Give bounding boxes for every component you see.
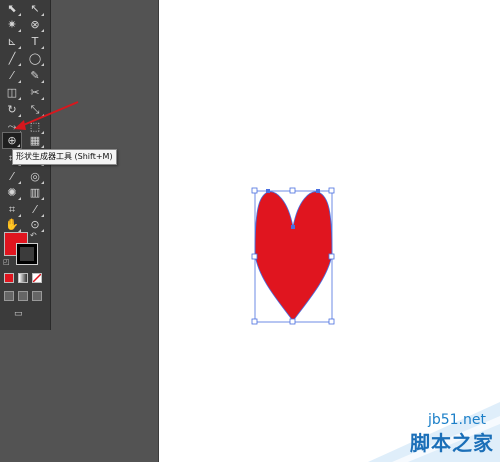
watermark-site: jb51.net: [427, 412, 486, 428]
watermark-name: 脚本之家: [410, 431, 494, 455]
heart-shape[interactable]: [254, 191, 333, 322]
canvas-overlay: [14, 101, 335, 325]
watermark: jb51.net 脚本之家: [368, 394, 500, 462]
pointer-arrow: [14, 101, 79, 130]
